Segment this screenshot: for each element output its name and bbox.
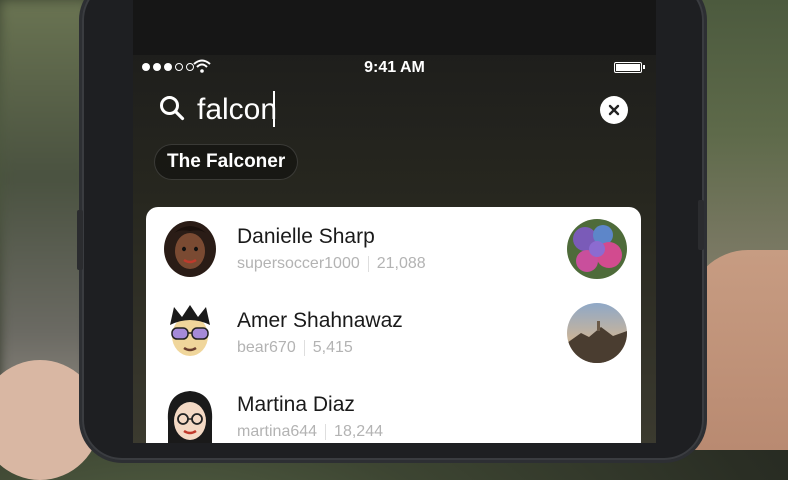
result-score: 21,088 xyxy=(376,255,426,272)
result-score: 18,244 xyxy=(334,423,383,440)
bitmoji-avatar xyxy=(170,305,210,356)
search-bar xyxy=(133,85,656,133)
result-row[interactable]: Danielle Sharp supersoccer1000 21,088 xyxy=(146,207,641,291)
suggestion-chip-label: The Falconer xyxy=(167,151,286,172)
result-name: Martina Diaz xyxy=(237,393,355,416)
result-meta: supersoccer1000 21,088 xyxy=(237,255,426,273)
power-button xyxy=(698,200,704,250)
story-thumbnail[interactable] xyxy=(567,303,627,363)
result-meta: bear670 5,415 xyxy=(237,339,353,357)
meta-divider xyxy=(325,424,327,440)
phone-screen: 9:41 AM The Falconer xyxy=(133,0,656,443)
battery-icon xyxy=(614,62,645,73)
result-row[interactable]: Martina Diaz martina644 18,244 xyxy=(146,375,641,443)
search-icon xyxy=(160,96,185,121)
status-time: 9:41 AM xyxy=(364,59,425,76)
story-thumbnail[interactable] xyxy=(567,219,627,279)
volume-button xyxy=(77,210,83,270)
text-caret xyxy=(273,91,275,127)
result-username: supersoccer1000 xyxy=(237,255,360,272)
result-row[interactable]: Amer Shahnawaz bear670 5,415 xyxy=(146,291,641,375)
result-name: Danielle Sharp xyxy=(237,225,375,248)
result-username: bear670 xyxy=(237,339,296,356)
meta-divider xyxy=(367,256,369,272)
top-bezel xyxy=(133,0,656,55)
status-bar: 9:41 AM xyxy=(133,56,656,80)
search-input[interactable] xyxy=(195,87,579,133)
clear-search-button[interactable] xyxy=(600,96,628,124)
result-score: 5,415 xyxy=(312,339,353,356)
close-icon xyxy=(608,104,620,116)
result-name: Amer Shahnawaz xyxy=(237,309,403,332)
search-results-card: Danielle Sharp supersoccer1000 21,088 Am… xyxy=(146,207,641,443)
result-username: martina644 xyxy=(237,423,318,440)
suggestion-chip[interactable]: The Falconer xyxy=(154,144,299,180)
bitmoji-avatar xyxy=(164,221,216,277)
result-meta: martina644 18,244 xyxy=(237,423,383,441)
meta-divider xyxy=(303,340,305,356)
bitmoji-avatar xyxy=(167,391,213,443)
